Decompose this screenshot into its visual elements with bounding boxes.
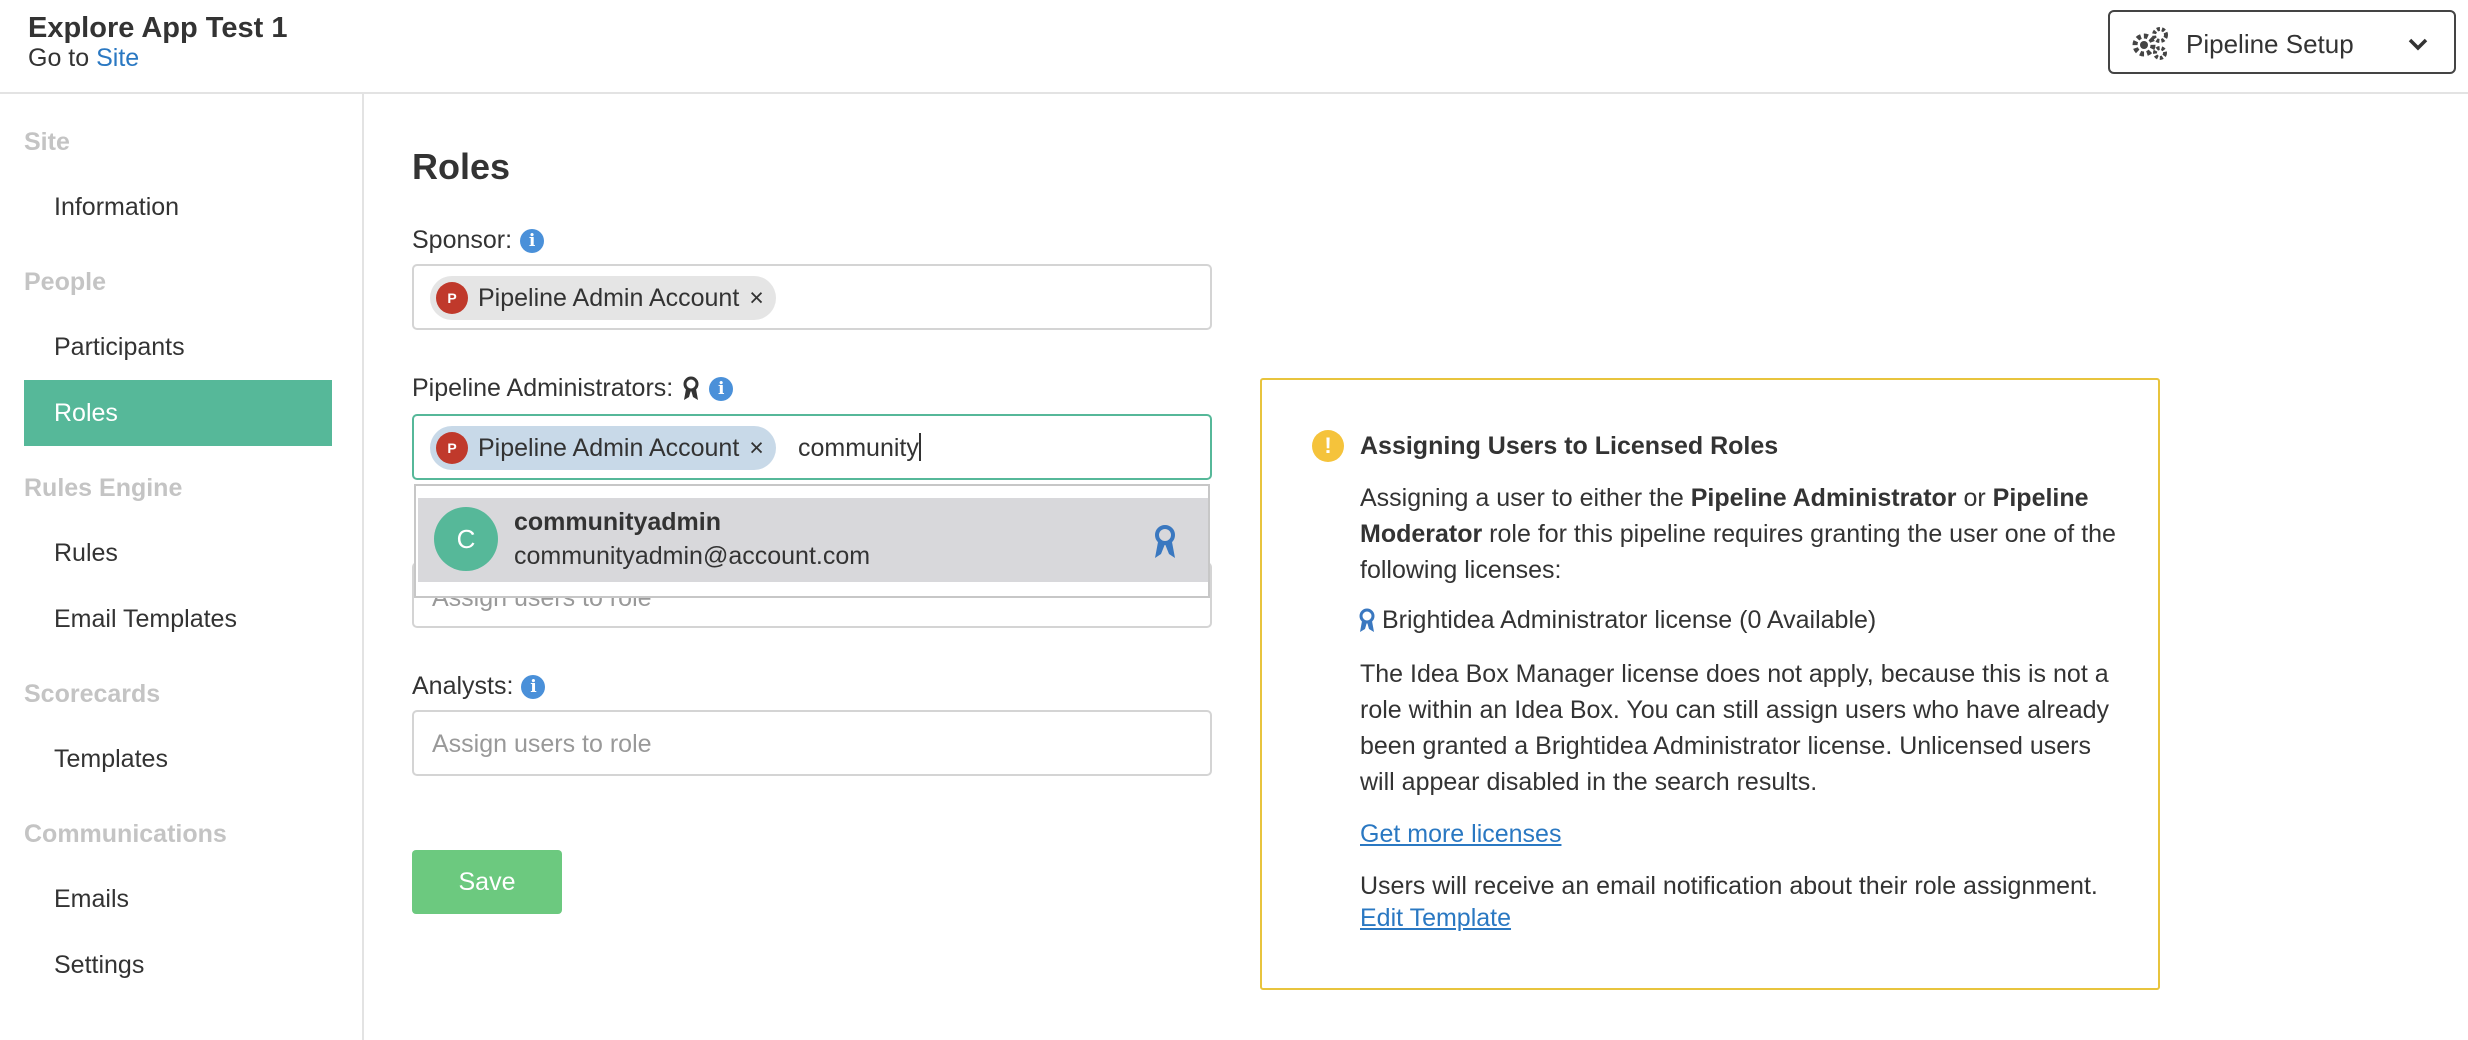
panel-paragraph-2: The Idea Box Manager license does not ap… [1360,660,2110,796]
get-more-licenses-link[interactable]: Get more licenses [1360,820,1561,849]
dropdown-option[interactable]: C communityadmin communityadmin@account.… [418,498,1208,582]
sidebar-section-site: Site [24,128,70,156]
site-link[interactable]: Site [96,44,139,72]
sidebar-section-scorecards: Scorecards [24,680,161,708]
user-search-dropdown: C communityadmin communityadmin@account.… [414,484,1210,598]
info-icon[interactable]: i [709,376,734,401]
info-icon[interactable]: i [520,228,545,253]
sidebar-item-settings[interactable]: Settings [24,932,332,998]
panel-p1-a: Assigning a user to either the [1360,484,1691,512]
pipeline-admins-input[interactable]: P Pipeline Admin Account × community [412,414,1212,480]
info-icon[interactable]: i [521,674,546,699]
chevron-down-icon [2408,38,2428,51]
panel-p1-b: Pipeline Administrator [1690,484,1957,512]
panel-paragraph-1: Assigning a user to either the Pipeline … [1360,480,2120,588]
sidebar-item-information[interactable]: Information [24,174,332,240]
pipeline-admins-label-text: Pipeline Administrators: [412,374,674,402]
panel-paragraph-3: Users will receive an email notification… [1360,872,2098,900]
award-icon [1359,608,1375,632]
goto-prefix: Go to [28,44,90,72]
sidebar-item-emails[interactable]: Emails [24,866,332,932]
sponsor-input[interactable]: P Pipeline Admin Account × [412,264,1212,330]
sidebar: Site Information People Participants Rol… [0,94,364,1040]
sidebar-section-rules-engine: Rules Engine [24,474,183,502]
top-header: Explore App Test 1 Go to Site Pipeline S… [0,0,2468,94]
edit-template-link[interactable]: Edit Template [1360,904,1511,933]
typed-value: community [798,434,919,462]
sidebar-item-templates[interactable]: Templates [24,726,332,792]
remove-chip-icon[interactable]: × [749,284,764,313]
remove-chip-icon[interactable]: × [749,434,764,463]
sidebar-item-rules[interactable]: Rules [24,520,332,586]
user-chip: P Pipeline Admin Account × [430,276,776,320]
goto-site: Go to Site [28,44,139,73]
pipeline-setup-label: Pipeline Setup [2186,29,2354,59]
licensed-roles-panel: ! Assigning Users to Licensed Roles Assi… [1260,378,2160,990]
panel-title: Assigning Users to Licensed Roles [1360,432,1779,460]
analysts-label: Analysts: i [412,672,546,701]
pipeline-admins-label: Pipeline Administrators: i [412,374,734,403]
warning-icon: ! [1312,430,1344,462]
sponsor-label-text: Sponsor: [412,226,513,254]
pipeline-setup-button[interactable]: Pipeline Setup [2108,10,2456,74]
chip-label: Pipeline Admin Account [478,283,740,312]
chip-label: Pipeline Admin Account [478,433,740,462]
license-award-icon [1155,525,1175,558]
analysts-placeholder: Assign users to role [432,730,652,758]
license-text: Brightidea Administrator license (0 Avai… [1382,606,1877,634]
save-button[interactable]: Save [412,850,562,914]
text-caret [918,433,921,461]
page-title: Roles [412,146,511,187]
sidebar-item-participants[interactable]: Participants [24,314,332,380]
avatar: C [434,507,498,571]
sidebar-item-roles[interactable]: Roles [24,380,332,446]
avatar: P [436,282,468,314]
panel-p1-c: or [1956,484,1993,512]
avatar: P [436,432,468,464]
sidebar-section-communications: Communications [24,820,227,848]
search-typed-text[interactable]: community [798,433,921,463]
award-icon [683,376,699,400]
sidebar-item-email-templates[interactable]: Email Templates [24,586,332,652]
sidebar-section-people: People [24,268,106,296]
sponsor-label: Sponsor: i [412,226,545,255]
option-email: communityadmin@account.com [514,542,871,570]
option-username: communityadmin [514,508,721,536]
gears-icon [2132,27,2168,60]
analysts-label-text: Analysts: [412,672,514,700]
user-chip: P Pipeline Admin Account × [430,426,776,470]
analysts-input[interactable]: Assign users to role [412,710,1212,776]
app-title: Explore App Test 1 [28,12,288,44]
license-line: Brightidea Administrator license (0 Avai… [1358,606,1876,635]
